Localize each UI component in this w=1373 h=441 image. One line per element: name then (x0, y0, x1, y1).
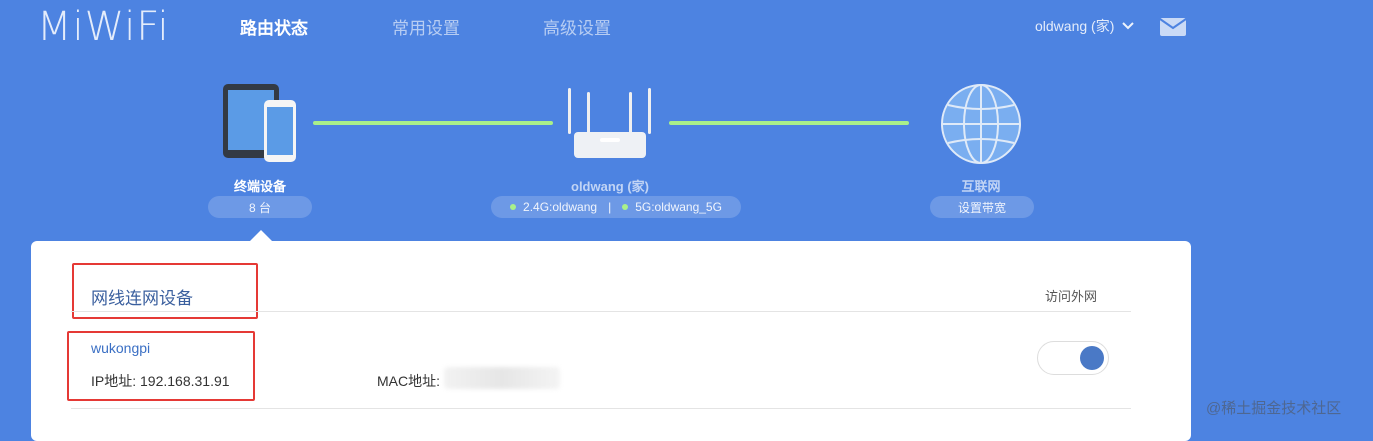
wifi-24g: 2.4G:oldwang (523, 200, 598, 214)
tab-router-status[interactable]: 路由状态 (240, 14, 308, 39)
wired-devices-card: 网线连网设备 访问外网 wukongpi IP地址: 192.168.31.91… (31, 241, 1191, 441)
chevron-down-icon (1122, 22, 1135, 30)
toggle-knob (1080, 346, 1104, 370)
header-divider (71, 311, 1131, 312)
router-label: oldwang (家) (571, 179, 649, 194)
status-dot (510, 204, 517, 210)
status-dot (622, 204, 629, 210)
globe-icon[interactable] (940, 83, 1022, 165)
wifi-separator: | (608, 200, 612, 214)
tab-advanced-settings[interactable]: 高级设置 (543, 14, 611, 39)
link-router-internet (669, 121, 909, 125)
device-count-badge[interactable]: 8 台 (208, 196, 312, 218)
annotation-box (67, 331, 255, 401)
tab-common-settings[interactable]: 常用设置 (392, 14, 460, 39)
row-divider (71, 408, 1131, 409)
watermark: @稀土掘金技术社区 (1206, 400, 1342, 417)
internet-access-toggle[interactable] (1037, 341, 1109, 375)
router-icon[interactable] (560, 86, 660, 162)
user-name: oldwang (家) (1035, 18, 1115, 34)
set-bandwidth-label: 设置带宽 (957, 200, 1006, 215)
link-devices-router (313, 121, 553, 125)
mail-icon[interactable] (1160, 18, 1186, 36)
device-mac: MAC地址: (377, 373, 440, 389)
mac-redacted (444, 367, 560, 389)
terminal-devices-label: 终端设备 (233, 179, 286, 194)
internet-label: 互联网 (961, 179, 1001, 194)
set-bandwidth-button[interactable]: 设置带宽 (930, 196, 1034, 218)
terminal-devices-icon[interactable] (222, 83, 302, 165)
wifi-info-badge[interactable]: 2.4G:oldwang | 5G:oldwang_5G (491, 196, 741, 218)
internet-access-column-header: 访问外网 (1045, 289, 1098, 304)
wifi-5g: 5G:oldwang_5G (635, 200, 722, 214)
user-menu[interactable]: oldwang (家) (1035, 16, 1135, 36)
card-pointer (250, 230, 272, 241)
device-count: 8 台 (248, 200, 271, 215)
miwifi-logo: MiWiFi (37, 4, 170, 50)
